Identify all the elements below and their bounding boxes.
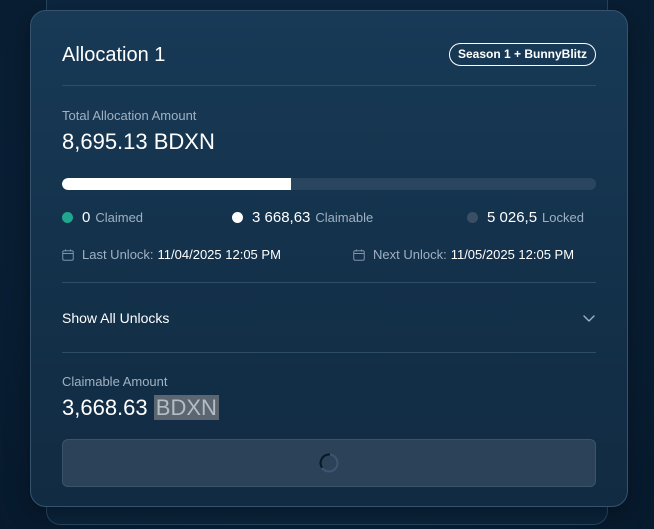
legend-claimed: 0 Claimed xyxy=(62,209,143,226)
unlocks-divider-top xyxy=(62,282,596,283)
loading-spinner-icon xyxy=(319,453,339,473)
claimed-value: 0 xyxy=(82,209,91,226)
show-all-unlocks-label: Show All Unlocks xyxy=(62,310,170,326)
allocation-progress-bar xyxy=(62,178,596,190)
next-unlock: Next Unlock: 11/05/2025 12:05 PM xyxy=(353,247,574,262)
background-card-top xyxy=(46,0,608,10)
background-card-bottom xyxy=(46,505,608,525)
claimable-amount-unit: BDXN xyxy=(153,395,219,420)
season-badge: Season 1 + BunnyBlitz xyxy=(448,43,596,66)
total-allocation-label: Total Allocation Amount xyxy=(62,108,197,123)
claimable-label: Claimable xyxy=(315,210,374,225)
locked-value: 5 026,5 xyxy=(487,209,538,226)
claimable-amount: 3,668.63 BDXN xyxy=(62,395,219,421)
total-allocation-amount: 8,695.13 BDXN xyxy=(62,129,215,154)
last-unlock-label: Last Unlock: xyxy=(82,247,154,262)
allocation-progress-fill xyxy=(62,178,291,190)
calendar-icon xyxy=(353,249,365,261)
claimable-amount-value: 3,668.63 xyxy=(62,395,148,420)
locked-label: Locked xyxy=(542,210,584,225)
chevron-down-icon[interactable] xyxy=(582,311,596,325)
claim-button[interactable] xyxy=(62,439,596,487)
unlocks-divider-bottom xyxy=(62,352,596,353)
claimable-value: 3 668,63 xyxy=(252,209,311,226)
last-unlock: Last Unlock: 11/04/2025 12:05 PM xyxy=(62,247,281,262)
next-unlock-label: Next Unlock: xyxy=(373,247,447,262)
header-divider xyxy=(62,85,596,86)
claimed-label: Claimed xyxy=(95,210,144,225)
allocation-card: Allocation 1 Season 1 + BunnyBlitz Total… xyxy=(30,10,628,507)
calendar-icon xyxy=(62,249,74,261)
claimable-dot-icon xyxy=(232,212,243,223)
last-unlock-value: 11/04/2025 12:05 PM xyxy=(157,247,281,262)
legend-claimable: 3 668,63 Claimable xyxy=(232,209,373,226)
locked-dot-icon xyxy=(467,212,478,223)
allocation-title: Allocation 1 xyxy=(62,44,166,66)
legend-locked: 5 026,5 Locked xyxy=(467,209,584,226)
show-all-unlocks-toggle[interactable]: Show All Unlocks xyxy=(62,307,596,329)
next-unlock-value: 11/05/2025 12:05 PM xyxy=(450,247,575,262)
claimable-amount-label: Claimable Amount xyxy=(62,374,168,389)
claimed-dot-icon xyxy=(62,212,73,223)
